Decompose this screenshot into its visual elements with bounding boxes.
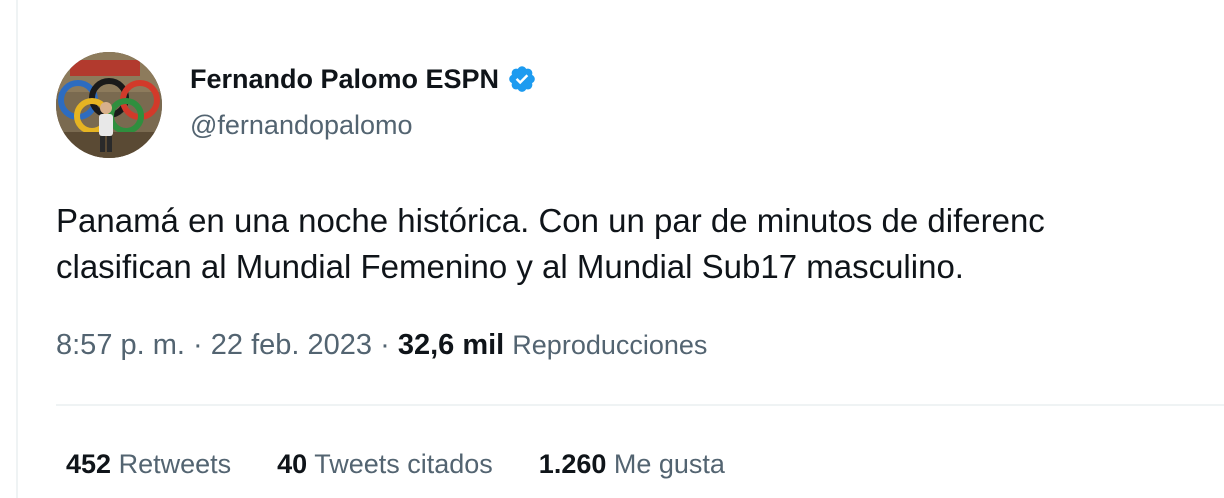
tweet-time[interactable]: 8:57 p. m. [56, 329, 185, 361]
avatar[interactable] [56, 52, 162, 158]
author-handle[interactable]: @fernandopalomo [190, 108, 413, 142]
views-label: Reproducciones [512, 330, 708, 360]
retweets-label: Retweets [118, 449, 232, 479]
tweet-meta: 8:57 p. m. · 22 feb. 2023 · 32,6 mil Rep… [56, 326, 707, 364]
quote-tweets-label: Tweets citados [314, 449, 493, 479]
likes-stat[interactable]: 1.260 Me gusta [539, 446, 725, 482]
tweet-card: Fernando Palomo ESPN @fernandopalomo Pan… [0, 0, 1224, 498]
tweet-text: Panamá en una noche histórica. Con un pa… [56, 198, 1224, 290]
verified-badge-icon [507, 64, 537, 94]
likes-count: 1.260 [538, 449, 607, 479]
tweet-date[interactable]: 22 feb. 2023 [211, 329, 372, 361]
quote-tweets-count: 40 [277, 449, 308, 479]
retweets-stat[interactable]: 452 Retweets [66, 446, 231, 482]
engagement-stats: 452 Retweets 40 Tweets citados 1.260 Me … [66, 446, 771, 482]
retweets-count: 452 [66, 449, 112, 479]
author-display-name[interactable]: Fernando Palomo ESPN [190, 62, 499, 96]
meta-separator: · [193, 329, 203, 361]
avatar-image [56, 52, 162, 158]
quote-tweets-stat[interactable]: 40 Tweets citados [277, 446, 493, 482]
likes-label: Me gusta [613, 449, 725, 479]
views-count: 32,6 mil [397, 329, 505, 361]
meta-separator: · [380, 329, 390, 361]
tweet-text-line: Panamá en una noche histórica. Con un pa… [56, 202, 1045, 239]
author-name-row[interactable]: Fernando Palomo ESPN [190, 62, 537, 96]
divider [56, 404, 1224, 406]
tweet-text-line: clasifican al Mundial Femenino y al Mund… [56, 248, 964, 285]
